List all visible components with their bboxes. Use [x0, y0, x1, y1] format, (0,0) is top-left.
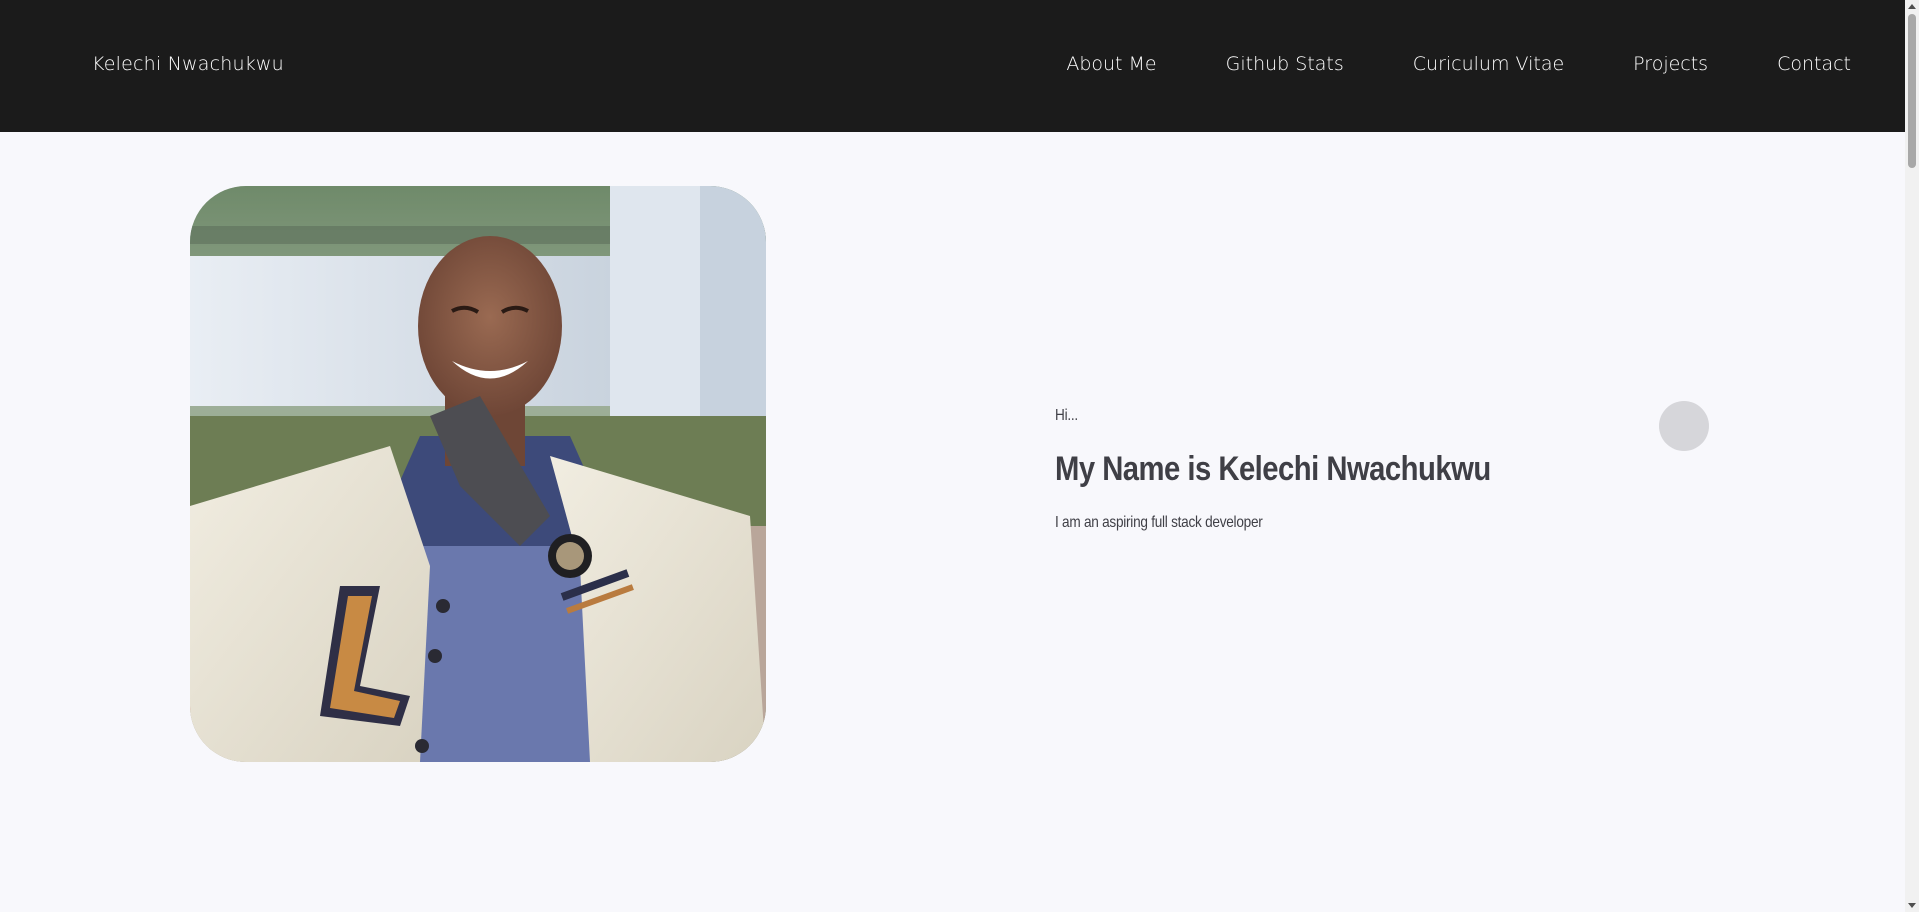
- brand-link[interactable]: Kelechi Nwachukwu: [92, 52, 284, 76]
- page: Kelechi Nwachukwu About Me Github Stats …: [0, 0, 1919, 912]
- intro-section: Hi... My Name is Kelechi Nwachukwu I am …: [1055, 404, 1655, 535]
- scroll-up-arrow-icon[interactable]: [1908, 4, 1916, 9]
- profile-photo-illustration: [190, 186, 766, 762]
- scroll-down-arrow-icon[interactable]: [1908, 903, 1916, 908]
- nav-link-github-stats[interactable]: Github Stats: [1226, 52, 1344, 76]
- page-scrollbar[interactable]: [1905, 0, 1919, 912]
- nav-link-contact[interactable]: Contact: [1777, 52, 1851, 76]
- decorative-circle: [1659, 401, 1709, 451]
- nav-link-projects[interactable]: Projects: [1633, 52, 1708, 76]
- profile-photo: [190, 186, 766, 762]
- headline: My Name is Kelechi Nwachukwu: [1055, 450, 1491, 488]
- nav-link-about-me[interactable]: About Me: [1066, 52, 1156, 76]
- tagline-text: I am an aspiring full stack developer: [1055, 514, 1263, 531]
- navbar: Kelechi Nwachukwu About Me Github Stats …: [0, 0, 1905, 132]
- nav-link-curriculum-vitae[interactable]: Curiculum Vitae: [1413, 52, 1564, 76]
- nav-links: About Me Github Stats Curiculum Vitae Pr…: [1066, 52, 1851, 76]
- scrollbar-thumb[interactable]: [1908, 14, 1916, 168]
- greeting-text: Hi...: [1055, 407, 1078, 424]
